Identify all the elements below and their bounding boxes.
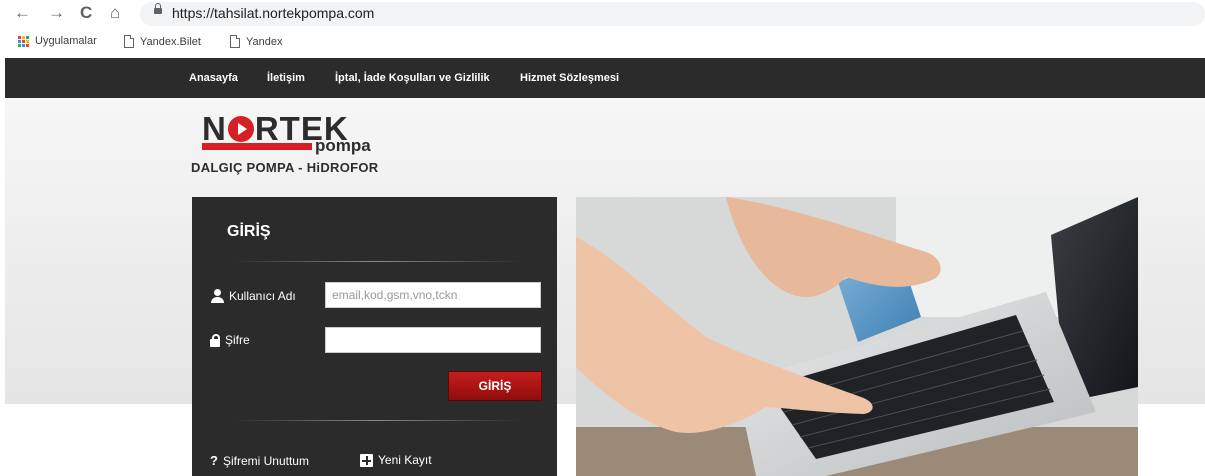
bookmark-apps[interactable]: Uygulamalar: [18, 35, 97, 47]
plus-icon: [360, 453, 373, 467]
brand-logo[interactable]: N RTEK pompa DALGIÇ POMPA - HiDROFOR: [190, 112, 410, 178]
play-icon: [227, 116, 254, 142]
logo-red-bar: [202, 143, 312, 150]
forgot-password-link[interactable]: ? Şifremi Unuttum: [210, 453, 309, 468]
padlock-icon: [210, 333, 220, 347]
home-icon[interactable]: ⌂: [110, 3, 120, 23]
question-icon: ?: [210, 453, 218, 468]
password-label: Şifre: [210, 333, 250, 347]
password-label-text: Şifre: [225, 333, 250, 347]
login-panel: GİRİŞ Kullanıcı Adı Şifre GİRİŞ ? Şifrem…: [192, 197, 557, 476]
login-title: GİRİŞ: [227, 223, 271, 240]
hero-illustration: [576, 197, 1138, 476]
logo-tagline: DALGIÇ POMPA - HiDROFOR: [191, 160, 379, 175]
address-bar[interactable]: https://tahsilat.nortekpompa.com: [140, 2, 1205, 26]
username-label-text: Kullanıcı Adı: [229, 289, 296, 303]
bookmark-yandex-bilet[interactable]: Yandex.Bilet: [124, 35, 201, 48]
page-icon: [230, 35, 240, 48]
divider: [232, 261, 522, 262]
back-icon[interactable]: ←: [14, 3, 31, 23]
nav-iptal-iade[interactable]: İptal, İade Koşulları ve Gizlilik: [335, 72, 490, 84]
forgot-password-text: Şifremi Unuttum: [222, 453, 309, 468]
logo-sub: pompa: [315, 136, 371, 155]
apps-icon: [18, 35, 29, 47]
site-nav: Anasayfa İletişim İptal, İade Koşulları …: [5, 58, 1205, 98]
lock-icon: [154, 3, 162, 14]
bookmarks-bar: Uygulamalar Yandex.Bilet Yandex: [0, 28, 1205, 54]
bookmark-yandex[interactable]: Yandex: [230, 35, 283, 48]
nav-hizmet-sozlesmesi[interactable]: Hizmet Sözleşmesi: [520, 72, 619, 84]
bookmark-label: Uygulamalar: [35, 35, 97, 47]
bookmark-label: Yandex.Bilet: [140, 35, 201, 48]
nav-iletisim[interactable]: İletişim: [267, 72, 305, 84]
url-text[interactable]: https://tahsilat.nortekpompa.com: [172, 5, 374, 21]
reload-icon[interactable]: C: [80, 3, 92, 23]
register-link[interactable]: Yeni Kayıt: [360, 453, 432, 467]
forward-icon[interactable]: →: [48, 3, 65, 23]
bookmark-label: Yandex: [246, 35, 283, 48]
nav-anasayfa[interactable]: Anasayfa: [189, 72, 238, 84]
browser-toolbar: ← → C ⌂ https://tahsilat.nortekpompa.com: [0, 0, 1205, 28]
username-input[interactable]: [325, 282, 541, 308]
login-button[interactable]: GİRİŞ: [448, 371, 542, 401]
hero-image: [576, 197, 1138, 476]
divider: [232, 420, 522, 421]
username-label: Kullanıcı Adı: [210, 289, 296, 303]
register-text: Yeni Kayıt: [378, 453, 432, 467]
page-icon: [124, 35, 134, 48]
password-input[interactable]: [325, 327, 541, 353]
user-icon: [210, 289, 224, 303]
